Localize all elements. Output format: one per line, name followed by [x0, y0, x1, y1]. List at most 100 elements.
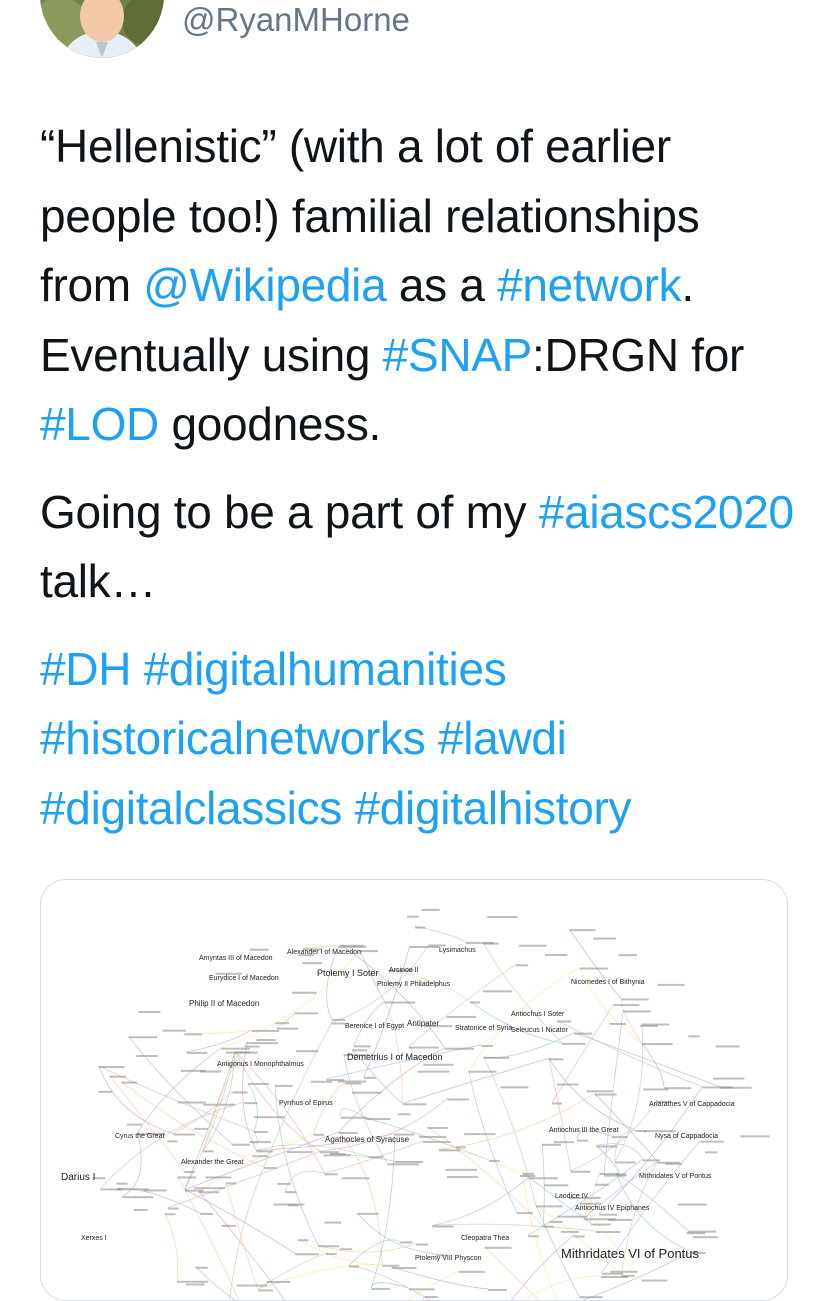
- network-node: [368, 1156, 384, 1159]
- network-node-label: Antiochus IV Epiphanes: [575, 1205, 650, 1212]
- network-node: [221, 1047, 250, 1050]
- network-node: [371, 1287, 390, 1290]
- network-node: [700, 1140, 724, 1143]
- network-node: [184, 1171, 195, 1174]
- network-node: [225, 1182, 237, 1185]
- network-node: [542, 1143, 562, 1146]
- network-edge: [391, 1266, 488, 1290]
- network-node: [611, 1136, 628, 1139]
- network-node-label: Eurydice I of Macedon: [209, 975, 279, 982]
- network-node: [557, 1215, 588, 1218]
- network-node: [177, 1101, 207, 1104]
- network-node: [277, 1182, 291, 1185]
- network-node: [205, 1176, 232, 1179]
- network-node: [195, 1266, 209, 1269]
- network-node: [488, 1159, 500, 1162]
- network-node: [623, 1010, 651, 1013]
- tweet-link[interactable]: #SNAP: [383, 329, 533, 381]
- network-node: [544, 953, 568, 956]
- network-edge: [317, 1243, 417, 1253]
- network-node: [387, 1163, 420, 1166]
- network-edge: [137, 1047, 222, 1134]
- network-node: [264, 1167, 277, 1170]
- network-edge: [257, 1264, 383, 1290]
- network-node: [247, 1082, 269, 1085]
- network-node-label: Arsinoe II: [389, 967, 419, 974]
- hashtag-link[interactable]: #DH: [40, 643, 131, 695]
- network-edge: [468, 1070, 517, 1213]
- avatar[interactable]: [40, 0, 164, 58]
- tweet-paragraph-1: “Hellenistic” (with a lot of earlier peo…: [40, 112, 800, 460]
- tweet-link[interactable]: @Wikipedia: [143, 259, 386, 311]
- network-node: [464, 1133, 496, 1136]
- network-node: [551, 1102, 563, 1105]
- network-node: [500, 1086, 529, 1089]
- user-handle[interactable]: @RyanMHorne: [182, 0, 410, 40]
- network-node: [176, 1280, 209, 1283]
- network-node-label: Ariarathes V of Cappadocia: [649, 1101, 735, 1108]
- network-node: [613, 1004, 640, 1007]
- hashtag-link[interactable]: #digitalhistory: [354, 782, 631, 834]
- network-node: [417, 1070, 450, 1073]
- hashtag-link[interactable]: #historicalnetworks: [40, 712, 426, 764]
- network-node: [692, 1236, 718, 1239]
- network-node: [579, 1296, 603, 1299]
- network-edge: [225, 1182, 259, 1290]
- network-node: [487, 1288, 508, 1291]
- network-node: [186, 1051, 208, 1054]
- network-node-label: Berenice I of Egypt: [345, 1023, 404, 1030]
- network-node: [394, 1161, 423, 1164]
- network-node: [193, 1187, 225, 1190]
- network-node: [607, 1218, 632, 1221]
- network-node: [421, 908, 440, 911]
- network-edge: [438, 1148, 529, 1178]
- network-node: [203, 1103, 235, 1106]
- network-node: [348, 1265, 360, 1268]
- network-edge: [432, 1177, 529, 1226]
- network-node: [254, 1116, 286, 1119]
- network-node: [236, 1284, 268, 1287]
- network-edge: [432, 1223, 596, 1232]
- network-node: [543, 1184, 569, 1187]
- network-node: [574, 1032, 593, 1035]
- network-node: [704, 1151, 718, 1154]
- network-node: [391, 1267, 417, 1270]
- network-node: [713, 1077, 745, 1080]
- network-node: [610, 1270, 638, 1273]
- tweet-text-segment: as a: [386, 259, 498, 311]
- network-node: [363, 1076, 376, 1079]
- network-node: [470, 1001, 481, 1004]
- tweet-text-segment: Going to be a part of my: [40, 485, 539, 538]
- tweet-paragraph-2: Going to be a part of my #aiascs2020 tal…: [40, 478, 800, 617]
- network-node: [288, 1204, 299, 1207]
- network-node: [621, 998, 649, 1001]
- tweet-text: “Hellenistic” (with a lot of earlier peo…: [40, 112, 800, 843]
- hashtag-link[interactable]: #digitalclassics: [40, 782, 342, 834]
- hashtag-link[interactable]: #lawdi: [438, 712, 567, 764]
- network-edge: [356, 1212, 437, 1255]
- network-edge: [438, 1093, 595, 1150]
- attached-image[interactable]: Amyntas III of Macedon Alexander I of Mac…: [40, 879, 788, 1301]
- network-edge: [313, 1082, 346, 1134]
- network-node: [515, 964, 529, 967]
- network-node: [291, 991, 317, 994]
- network-node: [296, 1050, 319, 1053]
- network-node: [399, 1241, 413, 1244]
- network-node: [184, 1189, 204, 1192]
- tweet-link[interactable]: #aiascs2020: [539, 486, 794, 538]
- network-node: [286, 1151, 313, 1154]
- network-edge: [234, 1051, 325, 1174]
- network-edge: [483, 1032, 575, 1058]
- network-node: [254, 1131, 268, 1134]
- network-node: [121, 1081, 137, 1084]
- tweet-link[interactable]: #LOD: [40, 398, 159, 450]
- network-node: [331, 1018, 346, 1021]
- network-node-label: Demetrius I of Macedon: [347, 1052, 443, 1062]
- hashtag-link[interactable]: #digitalhumanities: [144, 643, 507, 695]
- network-node: [455, 1146, 466, 1149]
- network-node: [523, 1172, 534, 1175]
- network-node: [116, 1182, 128, 1185]
- tweet-link[interactable]: #network: [497, 259, 682, 311]
- network-node: [109, 1075, 127, 1078]
- network-edge: [551, 1003, 615, 1103]
